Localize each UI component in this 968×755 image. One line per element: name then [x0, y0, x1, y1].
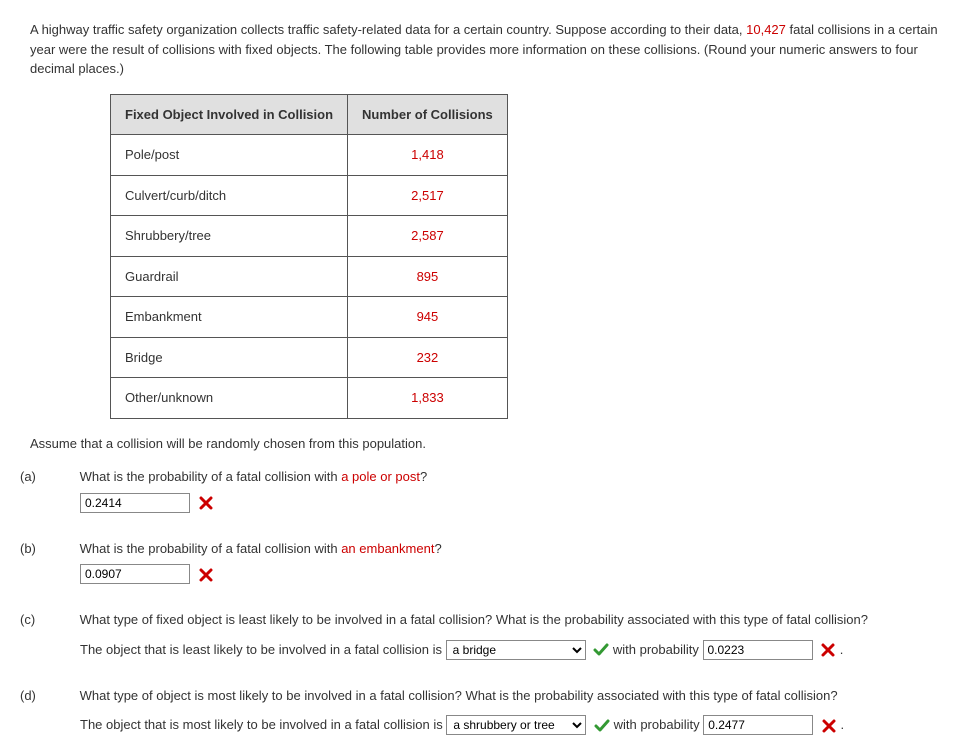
table-row: Other/unknown 1,833 — [111, 378, 508, 419]
fatal-count: 10,427 — [746, 22, 786, 37]
question-d-label: (d) — [50, 686, 76, 706]
intro-text-1: A highway traffic safety organization co… — [30, 22, 746, 37]
table-cell-value: 945 — [348, 297, 508, 338]
table-cell-value: 2,587 — [348, 216, 508, 257]
table-cell-label: Other/unknown — [111, 378, 348, 419]
table-row: Guardrail 895 — [111, 256, 508, 297]
table-cell-label: Guardrail — [111, 256, 348, 297]
incorrect-icon — [198, 567, 214, 583]
answer-d-period: . — [840, 717, 844, 732]
question-a-label: (a) — [50, 467, 76, 487]
question-b-label: (b) — [50, 539, 76, 559]
incorrect-icon — [820, 642, 836, 658]
collision-data-table: Fixed Object Involved in Collision Numbe… — [110, 94, 508, 419]
table-cell-label: Pole/post — [111, 135, 348, 176]
answer-c-select[interactable]: a bridge — [446, 640, 586, 660]
answer-a-row — [30, 493, 938, 513]
question-a-prefix: What is the probability of a fatal colli… — [80, 469, 342, 484]
incorrect-icon — [198, 495, 214, 511]
table-cell-label: Shrubbery/tree — [111, 216, 348, 257]
answer-c-prob-input[interactable] — [703, 640, 813, 660]
answer-d-prob-input[interactable] — [703, 715, 813, 735]
question-d-text: What type of object is most likely to be… — [80, 688, 838, 703]
answer-c-prefix: The object that is least likely to be in… — [80, 642, 446, 657]
answer-a-input[interactable] — [80, 493, 190, 513]
answer-b-row — [30, 564, 938, 584]
table-header-object: Fixed Object Involved in Collision — [111, 94, 348, 135]
table-row: Pole/post 1,418 — [111, 135, 508, 176]
incorrect-icon — [821, 718, 837, 734]
answer-d-prefix: The object that is most likely to be inv… — [80, 717, 446, 732]
question-d: (d) What type of object is most likely t… — [30, 686, 938, 706]
answer-b-input[interactable] — [80, 564, 190, 584]
question-b-highlight: an embankment — [341, 541, 434, 556]
table-row: Embankment 945 — [111, 297, 508, 338]
answer-c-prob-text: with probability — [613, 642, 703, 657]
answer-c-row: The object that is least likely to be in… — [30, 640, 938, 660]
answer-d-select[interactable]: a shrubbery or tree — [446, 715, 586, 735]
table-row: Culvert/curb/ditch 2,517 — [111, 175, 508, 216]
question-a: (a) What is the probability of a fatal c… — [30, 467, 938, 487]
question-c-text: What type of fixed object is least likel… — [80, 612, 868, 627]
answer-d-row: The object that is most likely to be inv… — [30, 715, 938, 735]
question-c-label: (c) — [50, 610, 76, 630]
table-cell-value: 1,833 — [348, 378, 508, 419]
correct-icon — [593, 642, 609, 658]
table-cell-value: 2,517 — [348, 175, 508, 216]
table-cell-label: Bridge — [111, 337, 348, 378]
correct-icon — [594, 718, 610, 734]
question-b-suffix: ? — [434, 541, 441, 556]
question-b-prefix: What is the probability of a fatal colli… — [80, 541, 342, 556]
question-a-suffix: ? — [420, 469, 427, 484]
table-cell-label: Embankment — [111, 297, 348, 338]
table-header-count: Number of Collisions — [348, 94, 508, 135]
table-cell-label: Culvert/curb/ditch — [111, 175, 348, 216]
table-row: Shrubbery/tree 2,587 — [111, 216, 508, 257]
question-a-highlight: a pole or post — [341, 469, 420, 484]
question-b: (b) What is the probability of a fatal c… — [30, 539, 938, 559]
table-cell-value: 1,418 — [348, 135, 508, 176]
answer-d-prob-text: with probability — [614, 717, 704, 732]
table-cell-value: 895 — [348, 256, 508, 297]
question-c: (c) What type of fixed object is least l… — [30, 610, 938, 630]
table-row: Bridge 232 — [111, 337, 508, 378]
problem-intro: A highway traffic safety organization co… — [30, 20, 938, 79]
answer-c-period: . — [840, 642, 844, 657]
table-cell-value: 232 — [348, 337, 508, 378]
assumption-text: Assume that a collision will be randomly… — [30, 434, 938, 454]
